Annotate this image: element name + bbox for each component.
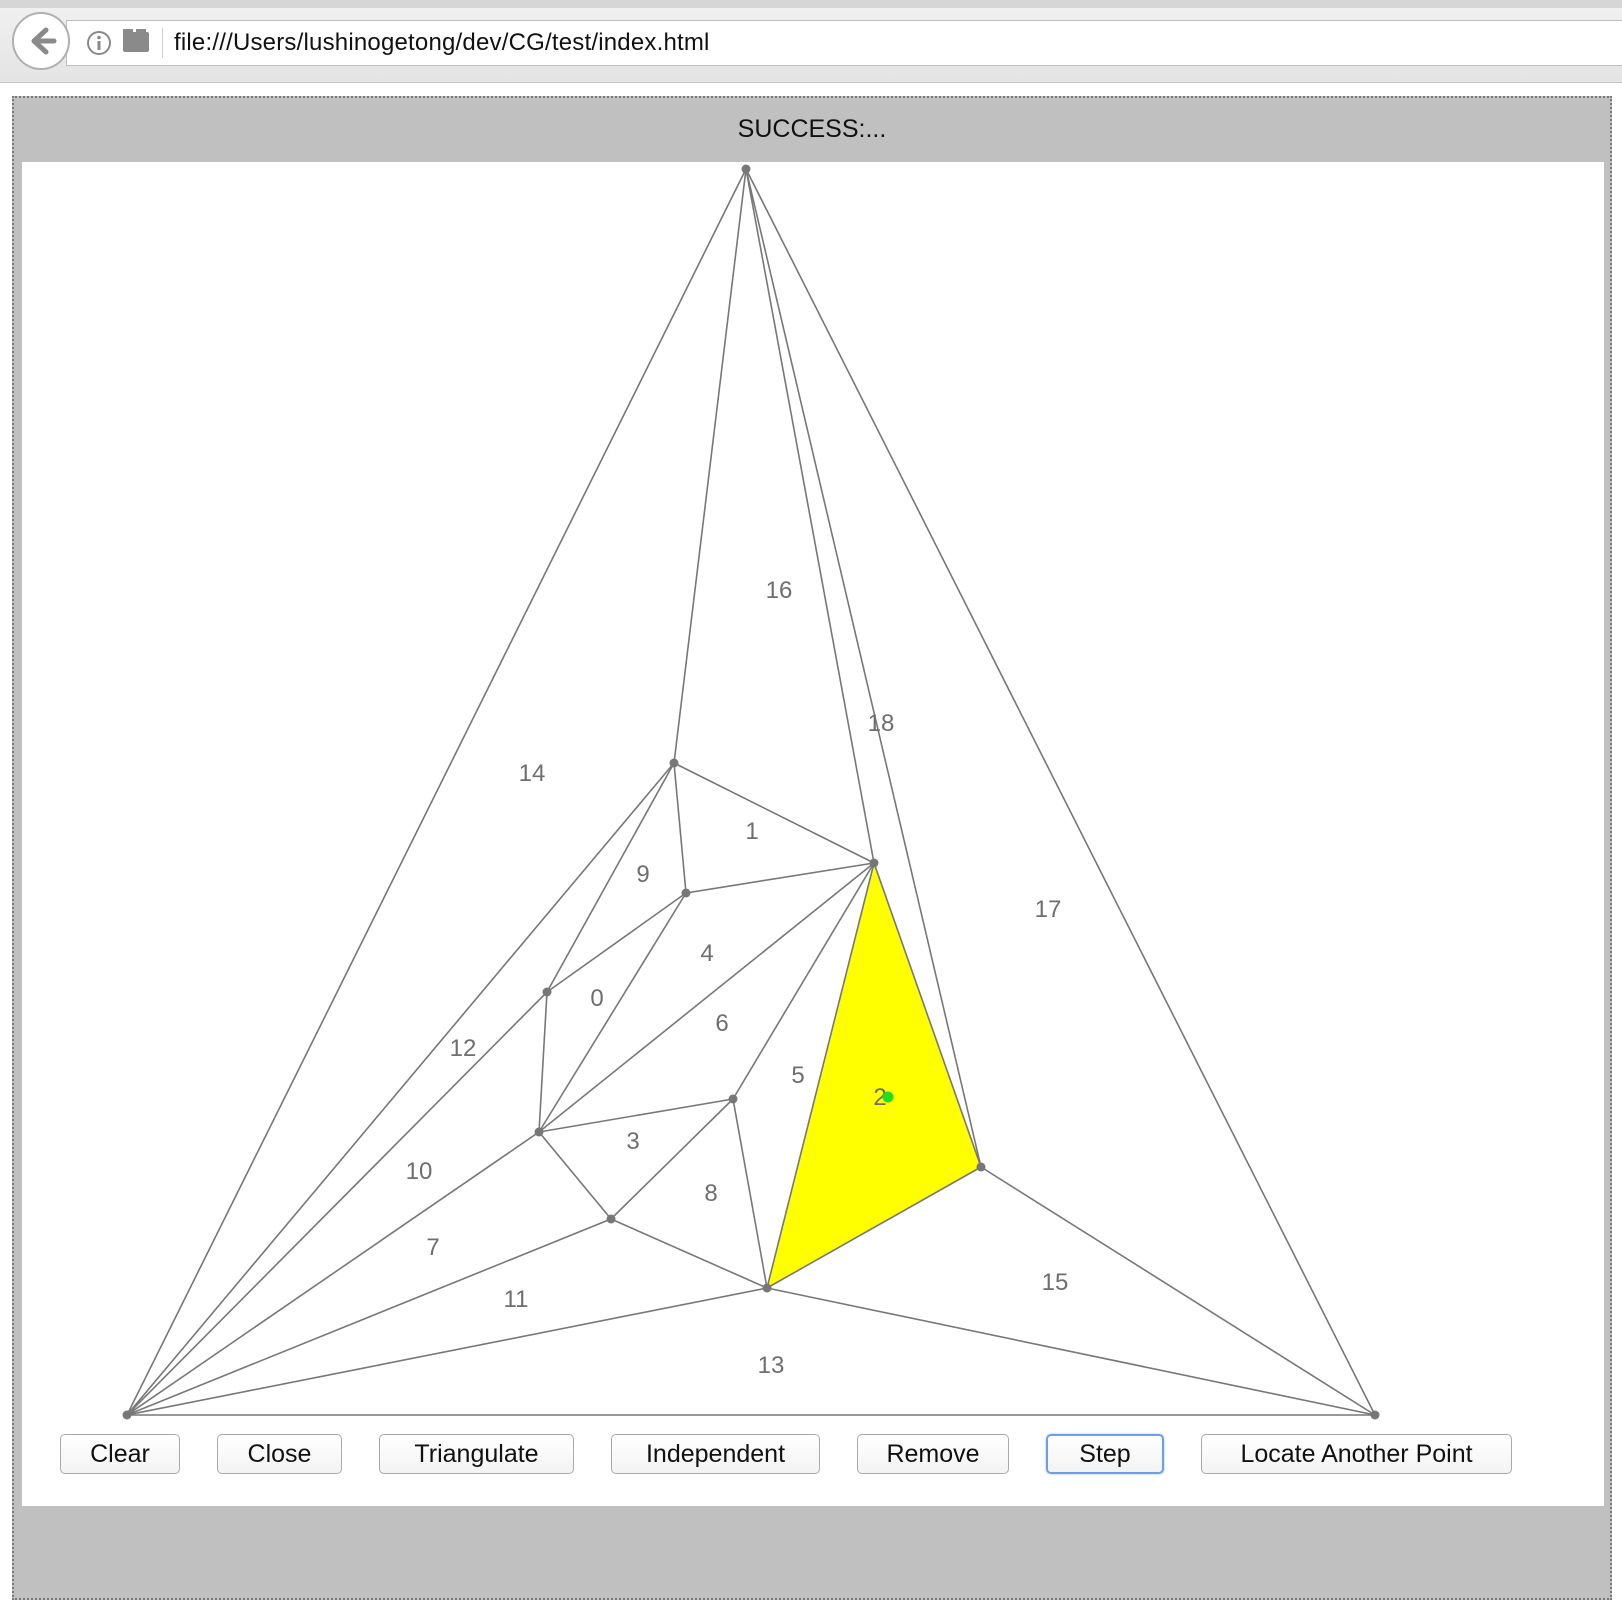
edge <box>980 1166 1376 1416</box>
triangle-label: 12 <box>450 1035 477 1062</box>
drawing-canvas[interactable]: 16 18 14 1 9 17 4 0 6 12 5 2 3 10 8 7 15 11 13 <box>22 162 1604 1506</box>
vertex <box>728 1094 738 1104</box>
clear-button[interactable]: Clear <box>60 1434 180 1474</box>
triangle-label: 8 <box>704 1180 717 1207</box>
triangle-label: 17 <box>1035 896 1062 923</box>
edge <box>732 1098 768 1289</box>
info-icon[interactable] <box>86 30 112 56</box>
edge <box>546 892 687 993</box>
page-icon <box>123 29 149 52</box>
vertex <box>606 1214 616 1224</box>
triangle-label: 9 <box>636 861 649 888</box>
edge <box>745 168 875 864</box>
triangle-label: 1 <box>745 818 758 845</box>
edge <box>538 892 687 1133</box>
vertex <box>534 1127 544 1137</box>
vertex <box>542 987 552 997</box>
triangulation-svg[interactable]: 1618141917406125231087151113 <box>22 162 1604 1506</box>
edge <box>610 1218 768 1289</box>
browser-toolbar: file:///Users/lushinogetong/dev/CG/test/… <box>0 0 1622 83</box>
tab-strip <box>0 0 1622 8</box>
edge <box>673 168 747 764</box>
remove-button[interactable]: Remove <box>857 1434 1009 1474</box>
triangulate-button[interactable]: Triangulate <box>379 1434 574 1474</box>
triangle-label: 16 <box>766 577 793 604</box>
vertex <box>1370 1410 1380 1420</box>
edge <box>685 862 875 894</box>
url-text[interactable]: file:///Users/lushinogetong/dev/CG/test/… <box>174 28 710 58</box>
vertex <box>869 858 879 868</box>
triangle-label: 3 <box>626 1128 639 1155</box>
edge <box>766 1287 1376 1416</box>
triangle-label: 4 <box>700 940 713 967</box>
url-separator <box>162 28 163 58</box>
edge <box>538 991 548 1133</box>
vertex <box>762 1283 772 1293</box>
step-button[interactable]: Step <box>1046 1434 1164 1474</box>
vertex <box>122 1410 132 1420</box>
triangle-label: 15 <box>1042 1269 1069 1296</box>
triangle-label: 7 <box>426 1234 439 1261</box>
triangle-label: 0 <box>590 985 603 1012</box>
triangle-label: 11 <box>504 1286 529 1313</box>
edge <box>546 762 675 993</box>
status-title: SUCCESS:... <box>737 114 887 143</box>
triangle-label: 14 <box>519 760 546 787</box>
back-arrow-icon <box>31 27 57 55</box>
triangle-label: 10 <box>406 1158 433 1185</box>
app-frame: SUCCESS:... 16 18 14 1 9 17 4 0 6 12 5 2 3 10 8 7 15 11 13 <box>12 96 1612 1600</box>
edge <box>126 1287 768 1416</box>
edge <box>538 1131 612 1220</box>
query-point <box>882 1091 894 1103</box>
edge <box>126 168 747 1416</box>
vertex <box>741 164 751 174</box>
vertex <box>976 1162 986 1172</box>
vertex <box>681 888 691 898</box>
vertex <box>669 758 679 768</box>
triangle-label: 5 <box>791 1062 804 1089</box>
close-button[interactable]: Close <box>217 1434 342 1474</box>
edge <box>126 991 548 1416</box>
edge <box>673 762 875 864</box>
triangle-label: 13 <box>758 1352 785 1379</box>
triangle-label: 6 <box>715 1010 728 1037</box>
back-button[interactable] <box>12 12 70 70</box>
triangle-label: 18 <box>868 710 895 737</box>
edge <box>673 762 687 894</box>
independent-button[interactable]: Independent <box>611 1434 820 1474</box>
locate-another-point-button[interactable]: Locate Another Point <box>1201 1434 1512 1474</box>
